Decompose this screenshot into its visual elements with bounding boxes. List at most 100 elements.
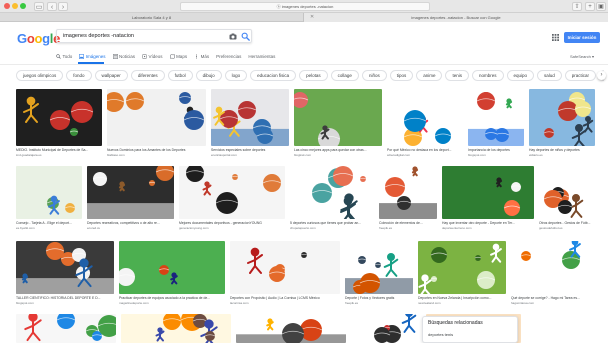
image-result[interactable]: Colección de elementos de... freepik.es — [379, 166, 437, 231]
image-result-thumb[interactable] — [468, 89, 524, 146]
apps-grid-icon[interactable] — [552, 34, 559, 41]
image-result[interactable]: Hay deportes de niños y deportes eldiario… — [529, 89, 595, 158]
image-result-thumb[interactable] — [351, 314, 421, 343]
sign-in-button[interactable]: Iniciar sesión — [564, 32, 600, 43]
image-result-caption[interactable]: Colección de elementos de... — [379, 221, 437, 225]
tab-overview-icon[interactable]: ▣ — [596, 2, 606, 11]
image-result[interactable]: Deporte | Fotos y Vectores gratis freepik… — [345, 241, 413, 306]
image-result-thumb[interactable] — [211, 89, 289, 146]
tab-laboratorio[interactable]: Laboratorio Sala 4 y 8 — [0, 13, 304, 22]
refinement-chip[interactable]: anime — [416, 70, 443, 81]
image-result-caption[interactable]: Las cinco mejores apps para quedar con o… — [294, 148, 382, 152]
new-tab-icon[interactable]: + — [585, 2, 595, 11]
refinement-chip[interactable]: dibujo — [195, 70, 222, 81]
image-result-thumb[interactable] — [345, 241, 413, 294]
image-result[interactable]: Otros deportes - Gestos de Fútb... gestos… — [539, 166, 591, 231]
image-result-caption[interactable]: Practicar deportes de equipos asociado a… — [119, 296, 225, 300]
refinement-chip[interactable]: diferentes — [130, 70, 165, 81]
image-result-caption[interactable]: Nuevos Dominios para los Amantes de los … — [107, 148, 206, 152]
refinement-chip[interactable]: tipos — [389, 70, 414, 81]
image-result[interactable]: Consejo - Tarjeta A - Elige el deport...… — [16, 166, 82, 231]
camera-icon[interactable] — [229, 33, 237, 40]
image-result-thumb[interactable] — [290, 166, 374, 219]
image-result-caption[interactable]: Servicios especiales sobre deportes — [211, 148, 289, 152]
image-result-thumb[interactable] — [16, 166, 82, 219]
image-result-caption[interactable]: TALLER CIENTIFICO: HISTORIA DEL DEPORTE … — [16, 296, 114, 300]
refinement-chip[interactable]: collage — [330, 70, 359, 81]
image-result-thumb[interactable] — [418, 241, 506, 294]
image-result[interactable]: MEDIO. Instituto Municipal de Deportes d… — [16, 89, 102, 158]
image-result-caption[interactable]: Deportes en Nueva Zelanda | Inscripción … — [418, 296, 506, 300]
image-result-thumb[interactable] — [539, 166, 591, 219]
back-button[interactable]: ‹ — [47, 2, 57, 11]
image-result-thumb[interactable] — [442, 166, 534, 219]
image-result[interactable] — [16, 314, 116, 343]
image-result-thumb[interactable] — [511, 241, 595, 294]
image-result-thumb[interactable] — [16, 89, 102, 146]
refinement-chip[interactable]: nombres — [472, 70, 504, 81]
image-result-caption[interactable]: Otros deportes - Gestos de Fútb... — [539, 221, 591, 225]
image-result[interactable]: 5 deportes curiosos que tienes que proba… — [290, 166, 374, 231]
related-search-link[interactable]: deportes tenis — [428, 332, 453, 337]
image-result[interactable]: Practicar deportes de equipos asociado a… — [119, 241, 225, 306]
image-result-caption[interactable]: Consejo - Tarjeta A - Elige el deport... — [16, 221, 82, 225]
image-result-caption[interactable]: Qué deporte se corrige? - Hago mi Tarea … — [511, 296, 595, 300]
image-result-thumb[interactable] — [119, 241, 225, 294]
image-result[interactable]: Importancia de los deportes blogspot.com — [468, 89, 524, 158]
tab-google-search[interactable]: ✕ imagenes deportes -natacion - Buscar c… — [304, 13, 608, 22]
image-result-thumb[interactable] — [16, 241, 114, 294]
image-result-thumb[interactable] — [87, 166, 174, 219]
image-result[interactable]: Deportes con Propósito | Audio | La Corn… — [230, 241, 340, 306]
minimize-window-button[interactable] — [12, 3, 18, 9]
image-result[interactable]: Hay que inventar otro deporte - Deporte … — [442, 166, 534, 231]
image-result[interactable] — [121, 314, 231, 343]
image-result-caption[interactable]: Hay deportes de niños y deportes — [529, 148, 595, 152]
refinement-chip[interactable]: educacion fisica — [250, 70, 297, 81]
image-result[interactable]: Nuevos Dominios para los Amantes de los … — [107, 89, 206, 158]
refinement-chip[interactable]: juegos olimpicos — [16, 70, 64, 81]
image-result-caption[interactable]: Hay que inventar otro deporte - Deporte … — [442, 221, 534, 225]
image-result-thumb[interactable] — [529, 89, 595, 146]
refinement-chip[interactable]: futbol — [167, 70, 193, 81]
image-result[interactable]: TALLER CIENTIFICO: HISTORIA DEL DEPORTE … — [16, 241, 114, 306]
share-icon[interactable]: ⇧ — [572, 2, 582, 11]
refinement-chip[interactable]: wallpaper — [94, 70, 128, 81]
menu-item-imágenes[interactable]: Imágenes — [79, 52, 106, 61]
image-result-caption[interactable]: Deportes con Propósito | Audio | La Corn… — [230, 296, 340, 300]
image-result-caption[interactable]: 5 deportes curiosos que tienes que proba… — [290, 221, 374, 225]
refinement-chip[interactable]: tenis — [445, 70, 469, 81]
image-result-caption[interactable]: Deporte | Fotos y Vectores gratis — [345, 296, 413, 300]
refinement-chip[interactable]: pelotas — [299, 70, 328, 81]
menu-item-noticias[interactable]: Noticias — [112, 52, 135, 61]
refinement-chip[interactable]: salud — [537, 70, 562, 81]
image-result-caption[interactable]: Por qué México no destaca en los deport.… — [387, 148, 463, 152]
menu-item-herramientas[interactable]: Herramientas — [248, 52, 275, 61]
image-result-thumb[interactable] — [16, 314, 116, 343]
image-result-thumb[interactable] — [294, 89, 382, 146]
image-result-thumb[interactable] — [230, 241, 340, 294]
refinement-chip[interactable]: logo — [224, 70, 248, 81]
close-tab-icon[interactable]: ✕ — [310, 13, 314, 22]
refinement-chip[interactable]: equipo — [506, 70, 535, 81]
image-result[interactable]: Deportes en Nueva Zelanda | Inscripción … — [418, 241, 506, 306]
image-result-thumb[interactable] — [379, 166, 437, 219]
forward-button[interactable]: › — [58, 2, 68, 11]
google-logo[interactable]: Google — [17, 31, 60, 46]
menu-item-preferencias[interactable]: Preferencias — [216, 52, 241, 61]
image-result[interactable]: Mejores documentales deportivos - genera… — [179, 166, 285, 231]
refinement-chip[interactable]: niños — [361, 70, 387, 81]
refinement-chip[interactable]: practicar — [564, 70, 597, 81]
refinement-chip[interactable]: fondo — [66, 70, 92, 81]
image-result-caption[interactable]: Importancia de los deportes — [468, 148, 524, 152]
image-result-thumb[interactable] — [387, 89, 463, 146]
menu-item-todo[interactable]: Todo — [56, 52, 72, 61]
image-result-thumb[interactable] — [236, 314, 346, 343]
image-result[interactable] — [351, 314, 421, 343]
image-result-thumb[interactable] — [107, 89, 206, 146]
image-result-caption[interactable]: Deportes recreativos, competitivos o de … — [87, 221, 174, 225]
safesearch-dropdown[interactable]: SafeSearch ▾ — [570, 52, 594, 61]
address-bar[interactable]: ⓐ imagenes deportes -natacion — [180, 2, 430, 11]
image-result-thumb[interactable] — [179, 166, 285, 219]
image-result-thumb[interactable] — [121, 314, 231, 343]
zoom-window-button[interactable] — [20, 3, 26, 9]
